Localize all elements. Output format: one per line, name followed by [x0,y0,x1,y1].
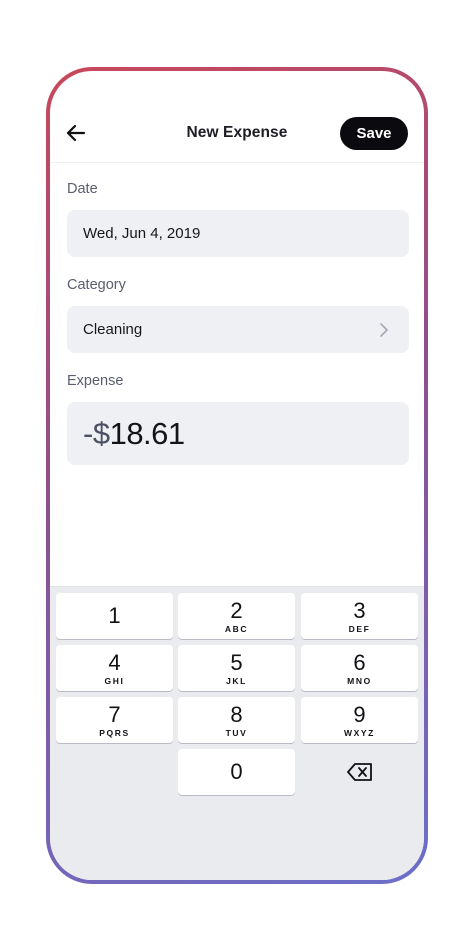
key-letters: JKL [226,675,247,686]
category-select[interactable]: Cleaning [67,306,409,353]
nav-header: New Expense Save [50,71,424,163]
amount-value: 18.61 [109,415,186,451]
backspace-icon [346,763,372,781]
category-label: Category [67,277,126,293]
key-letters: DEF [348,623,371,634]
key-digit: 2 [230,597,243,623]
numeric-keypad: 1 2 ABC 3 DEF 4 GHI 5 JKL 6 MNO 7 PQRS 8… [50,586,424,880]
delete-key[interactable] [301,749,418,795]
key-1[interactable]: 1 [56,593,173,639]
key-2[interactable]: 2 ABC [178,593,295,639]
key-9[interactable]: 9 WXYZ [301,697,418,743]
key-digit: 6 [353,649,366,675]
date-label: Date [67,181,98,197]
key-6[interactable]: 6 MNO [301,645,418,691]
chevron-right-icon [380,322,388,337]
key-digit: 1 [108,603,121,628]
key-digit: 8 [230,701,243,727]
key-4[interactable]: 4 GHI [56,645,173,691]
app-screen: New Expense Save Date Wed, Jun 4, 2019 C… [50,71,424,880]
date-field[interactable]: Wed, Jun 4, 2019 [67,210,409,257]
phone-frame: New Expense Save Date Wed, Jun 4, 2019 C… [46,67,428,884]
key-8[interactable]: 8 TUV [178,697,295,743]
key-letters: GHI [104,675,125,686]
date-value: Wed, Jun 4, 2019 [83,225,201,242]
amount-prefix: -$ [83,415,110,451]
category-value: Cleaning [83,321,143,338]
key-letters: MNO [347,675,372,686]
key-3[interactable]: 3 DEF [301,593,418,639]
key-digit: 0 [230,759,243,784]
key-letters: ABC [224,623,249,634]
key-digit: 7 [108,701,121,727]
key-5[interactable]: 5 JKL [178,645,295,691]
key-letters: PQRS [99,727,130,738]
key-letters: TUV [225,727,248,738]
key-digit: 4 [108,649,121,675]
key-0[interactable]: 0 [178,749,295,795]
key-digit: 3 [353,597,366,623]
save-button[interactable]: Save [340,117,408,150]
key-7[interactable]: 7 PQRS [56,697,173,743]
key-letters: WXYZ [344,727,375,738]
expense-amount-field[interactable]: -$ 18.61 [67,402,409,465]
key-digit: 5 [230,649,243,675]
expense-label: Expense [67,373,124,389]
key-digit: 9 [353,701,366,727]
